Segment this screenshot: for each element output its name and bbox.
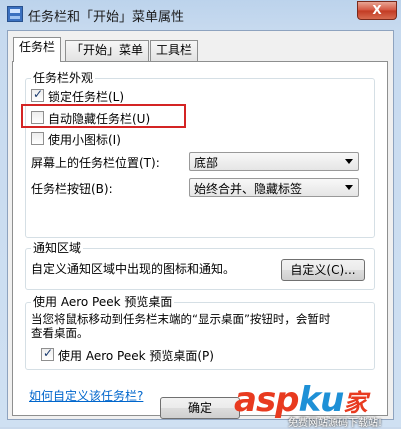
- small-icons-label: 使用小图标(I): [48, 133, 121, 147]
- tab-start-menu[interactable]: 「开始」菜单: [65, 40, 150, 61]
- aero-peek-checkbox[interactable]: 使用 Aero Peek 预览桌面(P): [41, 346, 241, 363]
- window-title: 任务栏和「开始」菜单属性: [28, 10, 185, 25]
- close-button[interactable]: X: [357, 1, 397, 20]
- tab-taskbar[interactable]: 任务栏: [13, 37, 62, 62]
- taskbar-appearance-title: 任务栏外观: [31, 69, 96, 86]
- help-link[interactable]: 如何自定义该任务栏?: [29, 387, 143, 404]
- title-bar[interactable]: 任务栏和「开始」菜单属性 X: [0, 0, 401, 28]
- taskbar-buttons-label: 任务栏按钮(B):: [31, 182, 113, 196]
- ok-button[interactable]: 确定: [160, 397, 240, 419]
- taskbar-position-label: 屏幕上的任务栏位置(T):: [31, 156, 160, 170]
- tab-toolbars[interactable]: 工具栏: [150, 40, 199, 61]
- aero-peek-title: 使用 Aero Peek 预览桌面: [31, 293, 175, 310]
- small-icons-check-box[interactable]: [31, 132, 44, 145]
- taskbar-position-select[interactable]: 底部: [189, 152, 359, 171]
- highlight-annotation: [21, 104, 186, 128]
- taskbar-properties-icon: [7, 6, 23, 22]
- taskbar-position-value: 底部: [194, 156, 219, 170]
- aero-peek-check-box[interactable]: [41, 346, 54, 361]
- taskbar-buttons-select[interactable]: 始终合并、隐藏标签: [189, 178, 359, 197]
- taskbar-buttons-value: 始终合并、隐藏标签: [194, 182, 303, 196]
- customize-button[interactable]: 自定义(C)...: [281, 259, 365, 281]
- chevron-down-icon: [345, 185, 353, 190]
- chevron-down-icon: [345, 159, 353, 164]
- small-icons-checkbox[interactable]: 使用小图标(I): [31, 131, 191, 147]
- lock-taskbar-label: 锁定任务栏(L): [48, 90, 125, 104]
- watermark-logo: aspku家 免费网站源码下载站!: [230, 380, 401, 429]
- notification-area-title: 通知区域: [31, 239, 84, 256]
- aero-peek-description-line2: 查看桌面。: [31, 326, 89, 340]
- dialog-client: 任务栏 「开始」菜单 工具栏 任务栏外观 锁定任务栏(L) 自动隐藏任务栏(U)…: [7, 30, 394, 420]
- window-frame: 任务栏和「开始」菜单属性 X 任务栏 「开始」菜单 工具栏 任务栏外观 锁定任务…: [0, 0, 401, 429]
- aero-peek-label: 使用 Aero Peek 预览桌面(P): [58, 349, 214, 363]
- lock-taskbar-checkbox[interactable]: 锁定任务栏(L): [31, 87, 191, 104]
- lock-taskbar-check-box[interactable]: [31, 87, 44, 102]
- notification-area-description: 自定义通知区域中出现的图标和通知。: [31, 262, 236, 276]
